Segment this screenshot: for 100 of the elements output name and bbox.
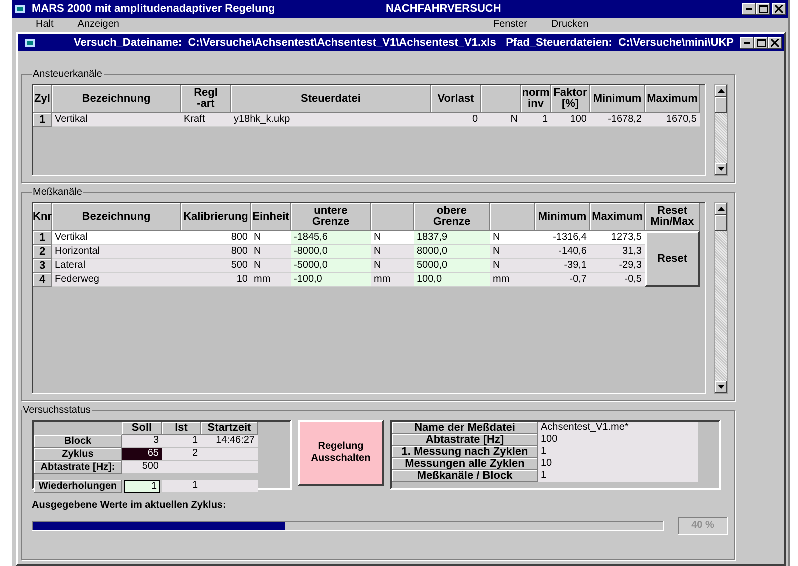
table-cell: Achsentest_V1.me* <box>538 422 698 434</box>
table-cell: 1 <box>162 435 201 447</box>
column-header: Einheit <box>251 203 291 231</box>
row-label: Abtastrate [Hz] <box>392 434 538 446</box>
row-label: Meßkanäle / Block <box>392 470 538 482</box>
table-cell: mm <box>490 273 535 287</box>
table-cell: N <box>490 245 535 259</box>
table-cell: 1 <box>521 113 551 127</box>
row-label: 1. Messung nach Zyklen <box>392 446 538 458</box>
progress-reading: 40 % <box>678 517 728 535</box>
column-header: Reset Min/Max <box>645 203 700 231</box>
table-cell: -8000,0 <box>291 245 371 259</box>
column-header: Maximum <box>645 85 700 113</box>
table-cell: 100,0 <box>414 273 490 287</box>
group-title: Versuchsstatus <box>22 405 92 416</box>
table-cell: -1678,2 <box>590 113 645 127</box>
table-cell: 500 <box>181 259 251 273</box>
table-cell: N <box>371 245 414 259</box>
column-header: Faktor [%] <box>551 85 590 113</box>
control-off-button[interactable]: Regelung Ausschalten <box>298 420 384 486</box>
table-cell: -0,7 <box>535 273 590 287</box>
arrow-down-icon <box>718 167 724 171</box>
table-cell: 100 <box>538 434 698 446</box>
table-cell: N <box>490 231 535 245</box>
table-cell: 1 <box>162 480 201 492</box>
table-cell: y18hk_k.ukp <box>231 113 431 127</box>
column-header: Bezeichnung <box>52 85 181 113</box>
table-cell: N <box>251 231 291 245</box>
minimize-button[interactable] <box>742 3 756 15</box>
row-number: 2 <box>33 245 52 259</box>
column-header: Kalibrierung <box>181 203 251 231</box>
table-cell: N <box>251 245 291 259</box>
table-cell: N <box>371 259 414 273</box>
table-cell: mm <box>371 273 414 287</box>
reset-button[interactable]: Reset <box>645 231 700 287</box>
column-header: Soll <box>122 422 162 435</box>
table-cell: Federweg <box>52 273 181 287</box>
column-header: Maximum <box>590 203 645 231</box>
row-label: Abtastrate [Hz]: <box>34 461 122 474</box>
table-cell: 1 <box>538 446 698 458</box>
table-cell: 1837,9 <box>414 231 490 245</box>
row-label: Zyklus <box>34 448 122 461</box>
group-title: Meßkanäle <box>32 187 84 198</box>
menu-item[interactable]: Anzeigen <box>74 19 140 30</box>
column-header: Knr <box>33 203 52 231</box>
row-number: 4 <box>33 273 52 287</box>
table-cell: N <box>481 113 521 127</box>
column-header: Ist <box>162 422 201 435</box>
table-cell: 0 <box>431 113 481 127</box>
column-header: Minimum <box>535 203 590 231</box>
row-number: 1 <box>33 113 52 127</box>
minimize-icon <box>744 42 750 44</box>
table-cell: Kraft <box>181 113 231 127</box>
directory-path: C:\Versuche\mini\UKP <box>618 36 734 48</box>
scrollbar[interactable] <box>714 202 728 394</box>
scrollbar-thumb[interactable] <box>715 97 727 113</box>
table-cell: -100,0 <box>291 273 371 287</box>
table-cell: N <box>371 231 414 245</box>
close-button[interactable] <box>772 3 786 15</box>
column-header: obere Grenze <box>414 203 490 231</box>
arrow-up-icon <box>718 89 724 93</box>
maximize-button[interactable] <box>756 3 770 15</box>
table-cell: mm <box>251 273 291 287</box>
table-cell: 800 <box>181 231 251 245</box>
table-cell: 65 <box>122 448 162 460</box>
close-icon <box>775 5 783 13</box>
scrollbar[interactable] <box>714 84 728 176</box>
maximize-button[interactable] <box>754 36 768 48</box>
column-header: untere Grenze <box>291 203 371 231</box>
table-cell: 1273,5 <box>590 231 645 245</box>
row-label: Messungen alle Zyklen <box>392 458 538 470</box>
table-cell: 3 <box>122 435 162 447</box>
menu-item[interactable]: Halt <box>32 19 74 30</box>
table-cell: -5000,0 <box>291 259 371 273</box>
app-icon <box>14 3 28 15</box>
table-cell: -39,1 <box>535 259 590 273</box>
close-icon <box>771 38 779 46</box>
table-cell: 500 <box>122 461 162 473</box>
table-cell: 2 <box>162 448 201 460</box>
table-cell: -1845,6 <box>291 231 371 245</box>
scrollbar-thumb[interactable] <box>715 215 727 231</box>
close-button[interactable] <box>768 36 782 48</box>
row-label: Wiederholungen <box>34 480 122 493</box>
input-field[interactable]: 1 <box>124 480 160 493</box>
menu-item[interactable]: Drucken <box>547 19 609 30</box>
row-label: Block <box>34 435 122 448</box>
window-title: MARS 2000 mit amplitudenadaptiver Regelung <box>32 3 276 15</box>
table-cell: 100 <box>551 113 590 127</box>
menu-item[interactable]: Fenster <box>490 19 548 30</box>
column-header: Regl -art <box>181 85 231 113</box>
table-cell: Horizontal <box>52 245 181 259</box>
group-title: Ansteuerkanäle <box>32 69 104 80</box>
minimize-button[interactable] <box>740 36 754 48</box>
row-number: 3 <box>33 259 52 273</box>
window-title: NACHFAHRVERSUCH <box>384 3 502 15</box>
table-cell: -0,5 <box>590 273 645 287</box>
file-path: C:\Versuche\Achsentest\Achsentest_V1\Achsentest_V1.xls <box>188 36 496 48</box>
table-cell: Lateral <box>52 259 181 273</box>
minimize-icon <box>746 8 752 10</box>
table-cell: 8000,0 <box>414 245 490 259</box>
